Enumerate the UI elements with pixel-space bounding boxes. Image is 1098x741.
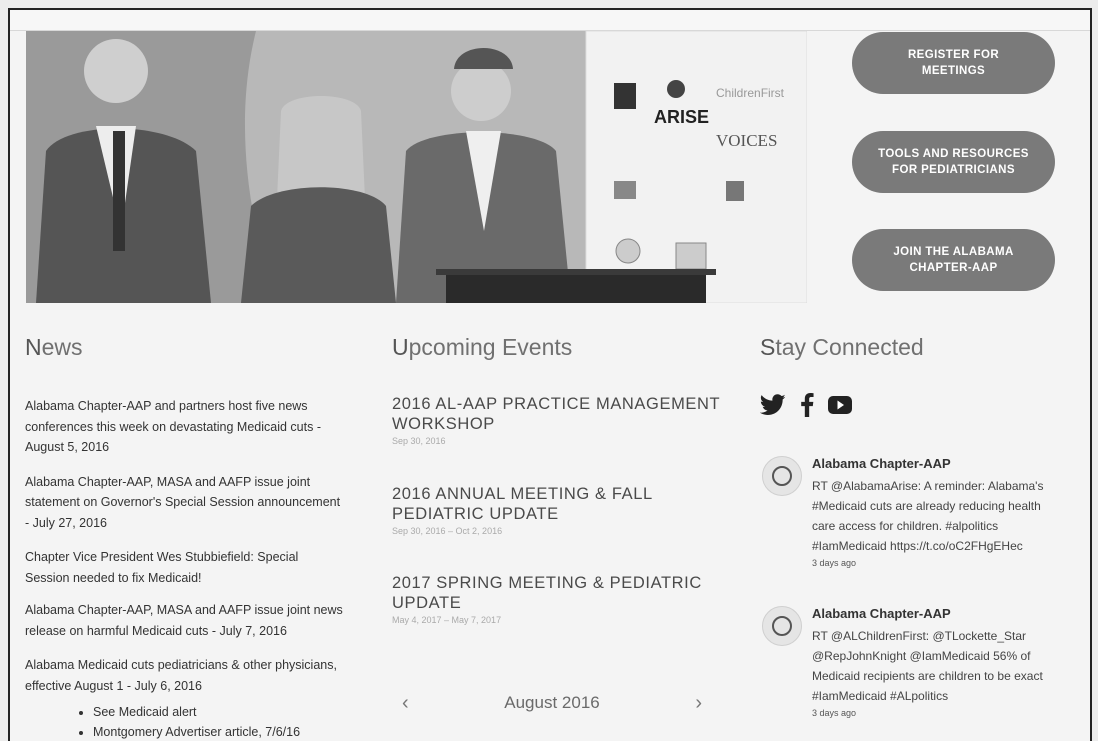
- register-meetings-button[interactable]: REGISTER FOR MEETINGS: [852, 32, 1055, 94]
- tweet-item: Alabama Chapter-AAP RT @ALChildrenFirst:…: [762, 606, 1062, 718]
- tweet-author[interactable]: Alabama Chapter-AAP: [812, 606, 1062, 621]
- calendar-next-icon[interactable]: ›: [695, 692, 702, 715]
- news-sublink[interactable]: Montgomery Advertiser article, 7/6/16: [93, 722, 345, 741]
- calendar-month: August 2016: [504, 693, 600, 712]
- tools-resources-button[interactable]: TOOLS AND RESOURCES FOR PEDIATRICIANS: [852, 131, 1055, 193]
- tweet-item: Alabama Chapter-AAP RT @AlabamaArise: A …: [762, 456, 1062, 568]
- tweet-text: RT @AlabamaArise: A reminder: Alabama's …: [812, 479, 1044, 553]
- event-item[interactable]: 2016 ANNUAL MEETING & FALL PEDIATRIC UPD…: [392, 484, 722, 536]
- news-sublink[interactable]: See Medicaid alert: [93, 702, 345, 722]
- tweet-author[interactable]: Alabama Chapter-AAP: [812, 456, 1062, 471]
- sponsor-logo-childrenfirst: ChildrenFirst: [716, 86, 785, 100]
- page-frame: ARISE ChildrenFirst VOICES REGISTER FOR …: [8, 8, 1092, 741]
- event-item[interactable]: 2017 SPRING MEETING & PEDIATRIC UPDATE M…: [392, 573, 722, 625]
- news-item[interactable]: Chapter Vice President Wes Stubbiefield:…: [25, 547, 345, 588]
- sponsor-logo-voices: VOICES: [716, 131, 778, 150]
- youtube-icon[interactable]: [828, 395, 852, 419]
- hero-photo: ARISE ChildrenFirst VOICES: [26, 31, 807, 303]
- news-item[interactable]: Alabama Chapter-AAP, MASA and AAFP issue…: [25, 600, 345, 641]
- event-date: May 4, 2017 – May 7, 2017: [392, 615, 502, 625]
- event-title[interactable]: 2017 SPRING MEETING & PEDIATRIC UPDATE: [392, 573, 722, 613]
- event-date: Sep 30, 2016 – Oct 2, 2016: [392, 526, 503, 536]
- twitter-icon[interactable]: [759, 393, 786, 421]
- news-item[interactable]: Alabama Chapter-AAP, MASA and AAFP issue…: [25, 472, 345, 534]
- news-item[interactable]: Alabama Medicaid cuts pediatricians & ot…: [25, 655, 345, 696]
- tweet-time[interactable]: 3 days ago: [812, 708, 1062, 718]
- event-date: Sep 30, 2016: [392, 436, 446, 446]
- upcoming-events-heading: Upcoming Events: [392, 334, 573, 360]
- stay-connected-heading: Stay Connected: [760, 334, 924, 360]
- news-heading: News: [25, 334, 83, 360]
- tweet-time[interactable]: 3 days ago: [812, 558, 1062, 568]
- social-icons: [759, 391, 852, 423]
- news-sublinks: See Medicaid alert Montgomery Advertiser…: [25, 702, 345, 741]
- sponsor-logo-arise: ARISE: [654, 107, 710, 127]
- facebook-icon[interactable]: [800, 392, 814, 422]
- news-item[interactable]: Alabama Chapter-AAP and partners host fi…: [25, 396, 345, 458]
- avatar[interactable]: [762, 456, 802, 496]
- avatar[interactable]: [762, 606, 802, 646]
- calendar-nav: ‹ August 2016 ›: [392, 690, 712, 718]
- top-bar: [10, 10, 1090, 31]
- event-item[interactable]: 2016 AL-AAP PRACTICE MANAGEMENT WORKSHOP…: [392, 394, 722, 446]
- tweet-text: RT @ALChildrenFirst: @TLockette_Star @Re…: [812, 629, 1043, 703]
- event-title[interactable]: 2016 ANNUAL MEETING & FALL PEDIATRIC UPD…: [392, 484, 722, 524]
- join-chapter-button[interactable]: JOIN THE ALABAMA CHAPTER-AAP: [852, 229, 1055, 291]
- news-list: Alabama Chapter-AAP and partners host fi…: [25, 396, 345, 741]
- event-title[interactable]: 2016 AL-AAP PRACTICE MANAGEMENT WORKSHOP: [392, 394, 722, 434]
